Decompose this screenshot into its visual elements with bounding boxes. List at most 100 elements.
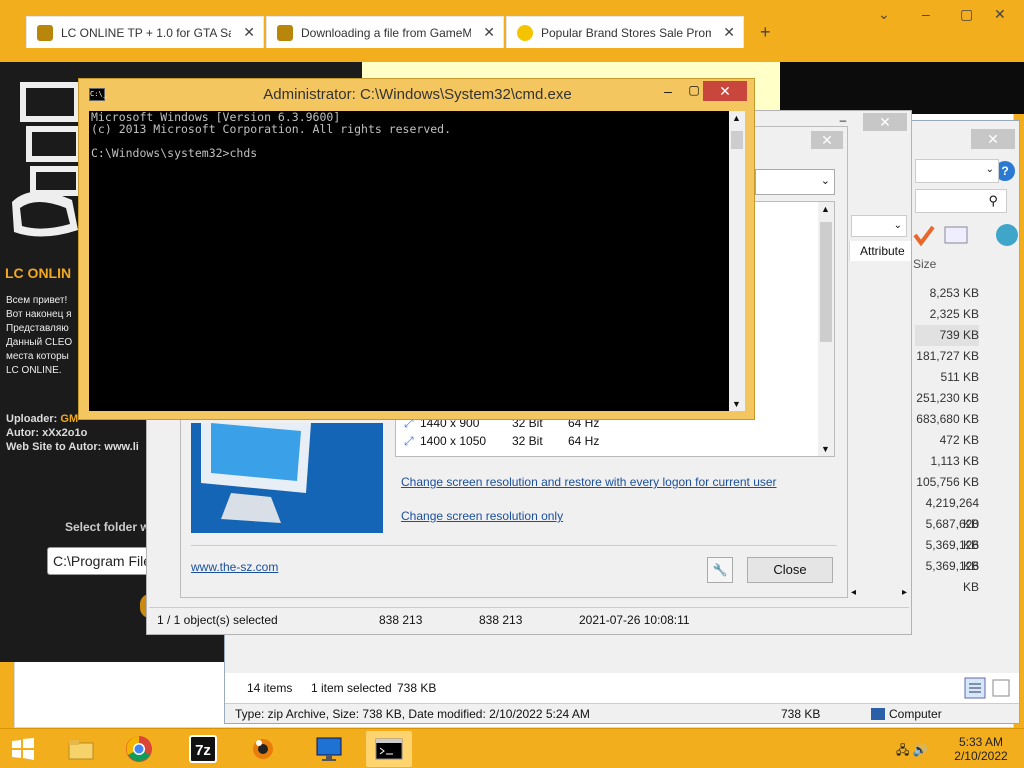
- close-button[interactable]: ✕: [703, 81, 747, 101]
- console-output[interactable]: Microsoft Windows [Version 6.3.9600] (c) …: [89, 111, 729, 411]
- console-scrollbar[interactable]: ▲ ▼: [729, 111, 745, 411]
- para-line: LC ONLINE.: [6, 365, 62, 376]
- scroll-up-icon[interactable]: ▲: [732, 113, 741, 123]
- uploader-value[interactable]: GM: [60, 413, 78, 425]
- resize-icon: ⤢: [404, 434, 414, 448]
- taskbar-resolution-tool[interactable]: [306, 731, 352, 767]
- search-input[interactable]: ⚲: [915, 189, 1007, 213]
- change-resolution-only-link[interactable]: Change screen resolution only: [401, 509, 563, 523]
- gta-favicon-icon: [37, 25, 53, 41]
- explorer-details-bar: Type: zip Archive, Size: 738 KB, Date mo…: [225, 703, 1019, 723]
- change-resolution-persist-link[interactable]: Change screen resolution and restore wit…: [401, 475, 777, 489]
- explorer-close-button[interactable]: ✕: [971, 129, 1015, 149]
- autor-label: Autor:: [6, 427, 39, 439]
- status-packed-size: 838 213: [479, 613, 523, 627]
- tab-close-icon[interactable]: ✕: [483, 24, 495, 41]
- cmd-window: C:\_ Administrator: C:\Windows\System32\…: [78, 78, 755, 420]
- smiley-favicon-icon: [517, 25, 533, 41]
- dialog-close-button[interactable]: ✕: [811, 131, 843, 149]
- size-cell: 739 KB: [915, 325, 979, 346]
- scroll-down-icon[interactable]: ▼: [732, 399, 741, 409]
- taskbar-chrome[interactable]: [116, 731, 162, 767]
- archive-close-button[interactable]: ✕: [863, 113, 907, 131]
- tab-close-icon[interactable]: ✕: [243, 24, 255, 41]
- uploader-label: Uploader:: [6, 413, 58, 425]
- gamemodding-favicon-icon: [277, 25, 293, 41]
- scroll-up-icon[interactable]: ▲: [821, 204, 830, 214]
- horizontal-scrollbar[interactable]: ◂ ▸: [849, 585, 909, 603]
- scroll-down-icon[interactable]: ▼: [821, 444, 830, 454]
- volume-icon[interactable]: 🔊: [913, 743, 928, 757]
- website-value[interactable]: www.li: [104, 441, 138, 453]
- wrench-icon: 🔧: [712, 563, 728, 577]
- gear-creature-icon: [253, 739, 273, 759]
- size-column-header[interactable]: Size: [913, 257, 936, 271]
- clock[interactable]: 5:33 AM 2/10/2022: [950, 735, 1012, 763]
- select-folder-label: Select folder w: [65, 520, 150, 534]
- item-count: 14 items: [247, 681, 293, 695]
- list-scrollbar[interactable]: ▲ ▼: [818, 202, 834, 456]
- archive-status-bar: 1 / 1 object(s) selected 838 213 838 213…: [149, 607, 909, 631]
- taskbar: 7z 🖧 🔊 5:33 AM 2/10/2022: [0, 728, 1024, 768]
- tab-lc-online[interactable]: LC ONLINE TP + 1.0 for GTA San ✕: [26, 16, 264, 48]
- scroll-thumb[interactable]: [820, 222, 832, 342]
- status-size: 838 213: [379, 613, 423, 627]
- para-line: Всем привет!: [6, 295, 68, 306]
- tab-downloading[interactable]: Downloading a file from GameM ✕: [266, 16, 504, 48]
- size-cell: 1,113 KB: [930, 454, 979, 468]
- minimize-button[interactable]: –: [657, 83, 679, 101]
- maximize-button[interactable]: ▢: [960, 6, 973, 23]
- list-item[interactable]: ⤢ 1400 x 1050 32 Bit 64 Hz: [400, 432, 820, 450]
- para-line: Представляю: [6, 323, 69, 334]
- website-link[interactable]: www.the-sz.com: [191, 560, 278, 574]
- close-button[interactable]: ✕: [994, 6, 1006, 23]
- size-cell: 251,230 KB: [916, 391, 979, 405]
- status-modified: 2021-07-26 10:08:11: [579, 613, 690, 627]
- tab-title: LC ONLINE TP + 1.0 for GTA San: [61, 26, 231, 40]
- minimize-button[interactable]: –: [922, 6, 930, 22]
- para-line: Вот наконец я: [6, 309, 72, 320]
- toolbar-icons: [913, 224, 1018, 247]
- maximize-button[interactable]: ▢: [683, 83, 705, 101]
- taskbar-cmd[interactable]: [366, 731, 412, 767]
- explorer-status-bar: 14 items 1 item selected 738 KB: [225, 673, 1019, 703]
- attribute-column-header[interactable]: Attribute: [849, 241, 911, 261]
- tab-brand-stores[interactable]: Popular Brand Stores Sale Promo ✕: [506, 16, 744, 48]
- detail-size: 738 KB: [781, 707, 821, 721]
- taskbar-gta-installer[interactable]: [240, 731, 286, 767]
- view-toggle[interactable]: [963, 677, 1015, 699]
- chevron-down-icon: ⌄: [820, 175, 830, 187]
- size-cell: 5,369,126 KB: [925, 538, 979, 573]
- chrome-icon: [126, 736, 152, 762]
- size-cell: 8,253 KB: [929, 286, 979, 300]
- taskbar-7zip[interactable]: 7z: [180, 731, 226, 767]
- autor-value: xXx2o1o: [42, 427, 88, 439]
- settings-wrench-button[interactable]: 🔧: [707, 557, 733, 583]
- website-label: Web Site to Autor:: [6, 441, 102, 453]
- clock-date: 2/10/2022: [954, 749, 1008, 763]
- address-dropdown[interactable]: ⌄: [915, 159, 999, 183]
- display-select[interactable]: ⌄: [755, 169, 835, 195]
- start-button[interactable]: [0, 731, 46, 767]
- size-cell: 105,756 KB: [916, 475, 979, 489]
- computer-icon: [871, 708, 885, 720]
- taskbar-file-explorer[interactable]: [58, 731, 104, 767]
- tab-title: Downloading a file from GameM: [301, 26, 471, 40]
- archive-path-dropdown[interactable]: ⌄: [851, 215, 907, 237]
- network-icon[interactable]: 🖧: [896, 743, 909, 757]
- selection-status: 1 / 1 object(s) selected: [157, 613, 278, 627]
- close-button[interactable]: Close: [747, 557, 833, 583]
- tab-close-icon[interactable]: ✕: [723, 24, 735, 41]
- scroll-right-icon[interactable]: ▸: [902, 587, 907, 598]
- selected-count: 1 item selected: [311, 681, 392, 695]
- para-line: Данный CLEO: [6, 337, 73, 348]
- system-tray: 🖧 🔊: [896, 741, 942, 757]
- console-prompt-line[interactable]: C:\Windows\system32>chds: [91, 147, 727, 159]
- divider: [191, 545, 837, 546]
- scroll-thumb[interactable]: [731, 131, 743, 149]
- size-cell: 5,369,126 KB: [925, 559, 979, 594]
- scroll-left-icon[interactable]: ◂: [851, 587, 856, 598]
- tab-search-chevron-icon[interactable]: ⌄: [878, 6, 890, 23]
- new-tab-button[interactable]: +: [760, 22, 771, 43]
- page-heading: LC ONLIN: [5, 265, 72, 281]
